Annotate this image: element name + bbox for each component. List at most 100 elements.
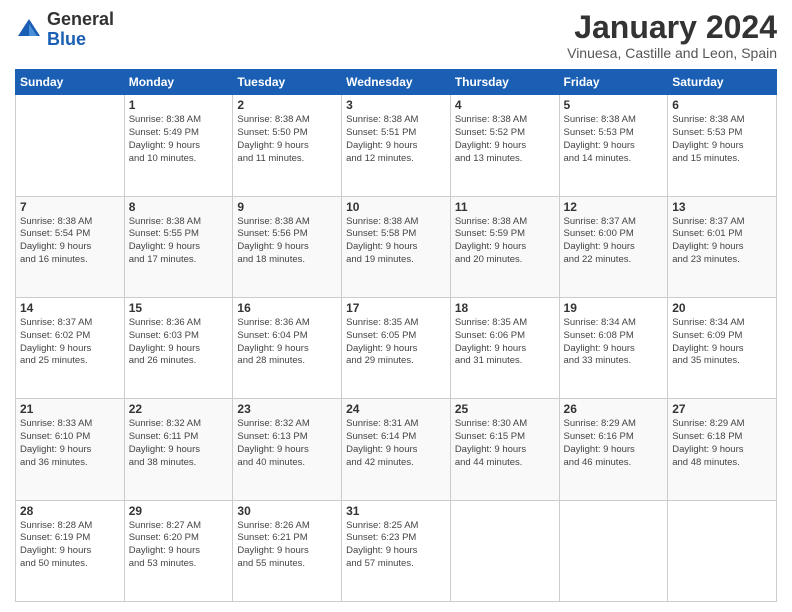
logo-icon <box>15 16 43 44</box>
day-info: Sunrise: 8:38 AMSunset: 5:59 PMDaylight:… <box>455 216 555 267</box>
day-number: 28 <box>20 504 120 518</box>
calendar-week-row: 14 Sunrise: 8:37 AMSunset: 6:02 PMDayligh… <box>16 297 777 398</box>
calendar-cell: 5 Sunrise: 8:38 AMSunset: 5:53 PMDaylight… <box>559 95 668 196</box>
col-header-sunday: Sunday <box>16 70 125 95</box>
calendar-cell: 30Sunrise: 8:26 AMSunset: 6:21 PMDayligh… <box>233 500 342 601</box>
day-info: Sunrise: 8:34 AMSunset: 6:08 PMDaylight:… <box>564 317 664 368</box>
calendar-week-row: 28 Sunrise: 8:28 AMSunset: 6:19 PMDayligh… <box>16 500 777 601</box>
calendar-cell <box>559 500 668 601</box>
calendar-cell: 24 Sunrise: 8:31 AMSunset: 6:14 PMDayligh… <box>342 399 451 500</box>
day-number: 29 <box>129 504 229 518</box>
day-info: Sunrise: 8:32 AMSunset: 6:13 PMDaylight:… <box>237 418 337 469</box>
day-number: 13 <box>672 200 772 214</box>
calendar-cell: 9 Sunrise: 8:38 AMSunset: 5:56 PMDaylight… <box>233 196 342 297</box>
calendar-cell: 11 Sunrise: 8:38 AMSunset: 5:59 PMDayligh… <box>450 196 559 297</box>
day-number: 23 <box>237 402 337 416</box>
day-number: 21 <box>20 402 120 416</box>
day-number: 26 <box>564 402 664 416</box>
calendar-cell <box>16 95 125 196</box>
location: Vinuesa, Castille and Leon, Spain <box>567 45 777 61</box>
day-number: 14 <box>20 301 120 315</box>
logo: General Blue <box>15 10 114 50</box>
day-info: Sunrise: 8:30 AMSunset: 6:15 PMDaylight:… <box>455 418 555 469</box>
col-header-tuesday: Tuesday <box>233 70 342 95</box>
day-number: 24 <box>346 402 446 416</box>
calendar-cell: 3Sunrise: 8:38 AMSunset: 5:51 PMDaylight… <box>342 95 451 196</box>
calendar-cell: 1 Sunrise: 8:38 AMSunset: 5:49 PMDaylight… <box>124 95 233 196</box>
day-info: Sunrise: 8:35 AMSunset: 6:06 PMDaylight:… <box>455 317 555 368</box>
day-number: 11 <box>455 200 555 214</box>
calendar-header-row: SundayMondayTuesdayWednesdayThursdayFrid… <box>16 70 777 95</box>
day-number: 16 <box>237 301 337 315</box>
day-info: Sunrise: 8:38 AMSunset: 5:53 PMDaylight:… <box>672 114 772 165</box>
col-header-friday: Friday <box>559 70 668 95</box>
day-info: Sunrise: 8:29 AMSunset: 6:18 PMDaylight:… <box>672 418 772 469</box>
calendar-cell: 17 Sunrise: 8:35 AMSunset: 6:05 PMDayligh… <box>342 297 451 398</box>
day-number: 18 <box>455 301 555 315</box>
day-info: Sunrise: 8:38 AMSunset: 5:50 PMDaylight:… <box>237 114 337 165</box>
day-number: 30 <box>237 504 337 518</box>
col-header-saturday: Saturday <box>668 70 777 95</box>
calendar-cell: 21Sunrise: 8:33 AMSunset: 6:10 PMDayligh… <box>16 399 125 500</box>
day-info: Sunrise: 8:36 AMSunset: 6:04 PMDaylight:… <box>237 317 337 368</box>
calendar-cell: 4Sunrise: 8:38 AMSunset: 5:52 PMDaylight… <box>450 95 559 196</box>
day-info: Sunrise: 8:36 AMSunset: 6:03 PMDaylight:… <box>129 317 229 368</box>
day-number: 1 <box>129 98 229 112</box>
day-info: Sunrise: 8:38 AMSunset: 5:54 PMDaylight:… <box>20 216 120 267</box>
calendar-cell: 27Sunrise: 8:29 AMSunset: 6:18 PMDayligh… <box>668 399 777 500</box>
day-number: 5 <box>564 98 664 112</box>
calendar-cell: 23 Sunrise: 8:32 AMSunset: 6:13 PMDayligh… <box>233 399 342 500</box>
day-number: 31 <box>346 504 446 518</box>
calendar-cell: 26 Sunrise: 8:29 AMSunset: 6:16 PMDayligh… <box>559 399 668 500</box>
calendar-cell: 15 Sunrise: 8:36 AMSunset: 6:03 PMDayligh… <box>124 297 233 398</box>
day-info: Sunrise: 8:37 AMSunset: 6:01 PMDaylight:… <box>672 216 772 267</box>
calendar-week-row: 21Sunrise: 8:33 AMSunset: 6:10 PMDayligh… <box>16 399 777 500</box>
day-number: 8 <box>129 200 229 214</box>
page: General Blue January 2024 Vinuesa, Casti… <box>0 0 792 612</box>
calendar-week-row: 1 Sunrise: 8:38 AMSunset: 5:49 PMDaylight… <box>16 95 777 196</box>
col-header-wednesday: Wednesday <box>342 70 451 95</box>
calendar-cell: 12Sunrise: 8:37 AMSunset: 6:00 PMDayligh… <box>559 196 668 297</box>
day-info: Sunrise: 8:25 AMSunset: 6:23 PMDaylight:… <box>346 520 446 571</box>
calendar-cell: 20Sunrise: 8:34 AMSunset: 6:09 PMDayligh… <box>668 297 777 398</box>
col-header-monday: Monday <box>124 70 233 95</box>
calendar-cell: 31 Sunrise: 8:25 AMSunset: 6:23 PMDayligh… <box>342 500 451 601</box>
day-number: 25 <box>455 402 555 416</box>
calendar-cell: 19 Sunrise: 8:34 AMSunset: 6:08 PMDayligh… <box>559 297 668 398</box>
day-info: Sunrise: 8:29 AMSunset: 6:16 PMDaylight:… <box>564 418 664 469</box>
day-number: 9 <box>237 200 337 214</box>
day-number: 10 <box>346 200 446 214</box>
day-number: 17 <box>346 301 446 315</box>
day-number: 19 <box>564 301 664 315</box>
day-info: Sunrise: 8:38 AMSunset: 5:49 PMDaylight:… <box>129 114 229 165</box>
logo-text: General Blue <box>47 10 114 50</box>
calendar-cell: 10 Sunrise: 8:38 AMSunset: 5:58 PMDayligh… <box>342 196 451 297</box>
day-info: Sunrise: 8:37 AMSunset: 6:00 PMDaylight:… <box>564 216 664 267</box>
calendar-table: SundayMondayTuesdayWednesdayThursdayFrid… <box>15 69 777 602</box>
calendar-cell: 18 Sunrise: 8:35 AMSunset: 6:06 PMDayligh… <box>450 297 559 398</box>
calendar-cell <box>450 500 559 601</box>
day-info: Sunrise: 8:38 AMSunset: 5:56 PMDaylight:… <box>237 216 337 267</box>
day-info: Sunrise: 8:38 AMSunset: 5:58 PMDaylight:… <box>346 216 446 267</box>
calendar-cell: 22Sunrise: 8:32 AMSunset: 6:11 PMDayligh… <box>124 399 233 500</box>
day-info: Sunrise: 8:37 AMSunset: 6:02 PMDaylight:… <box>20 317 120 368</box>
day-number: 15 <box>129 301 229 315</box>
calendar-cell: 16 Sunrise: 8:36 AMSunset: 6:04 PMDayligh… <box>233 297 342 398</box>
day-info: Sunrise: 8:35 AMSunset: 6:05 PMDaylight:… <box>346 317 446 368</box>
calendar-cell: 8Sunrise: 8:38 AMSunset: 5:55 PMDaylight… <box>124 196 233 297</box>
logo-blue: Blue <box>47 29 86 49</box>
calendar-cell: 6Sunrise: 8:38 AMSunset: 5:53 PMDaylight… <box>668 95 777 196</box>
month-year: January 2024 <box>567 10 777 45</box>
calendar-cell: 29Sunrise: 8:27 AMSunset: 6:20 PMDayligh… <box>124 500 233 601</box>
logo-general: General <box>47 9 114 29</box>
day-info: Sunrise: 8:34 AMSunset: 6:09 PMDaylight:… <box>672 317 772 368</box>
calendar-cell: 2 Sunrise: 8:38 AMSunset: 5:50 PMDaylight… <box>233 95 342 196</box>
day-info: Sunrise: 8:38 AMSunset: 5:53 PMDaylight:… <box>564 114 664 165</box>
day-info: Sunrise: 8:28 AMSunset: 6:19 PMDaylight:… <box>20 520 120 571</box>
calendar-week-row: 7Sunrise: 8:38 AMSunset: 5:54 PMDaylight… <box>16 196 777 297</box>
day-number: 2 <box>237 98 337 112</box>
calendar-cell: 28 Sunrise: 8:28 AMSunset: 6:19 PMDayligh… <box>16 500 125 601</box>
day-info: Sunrise: 8:38 AMSunset: 5:51 PMDaylight:… <box>346 114 446 165</box>
day-info: Sunrise: 8:31 AMSunset: 6:14 PMDaylight:… <box>346 418 446 469</box>
calendar-cell: 25 Sunrise: 8:30 AMSunset: 6:15 PMDayligh… <box>450 399 559 500</box>
